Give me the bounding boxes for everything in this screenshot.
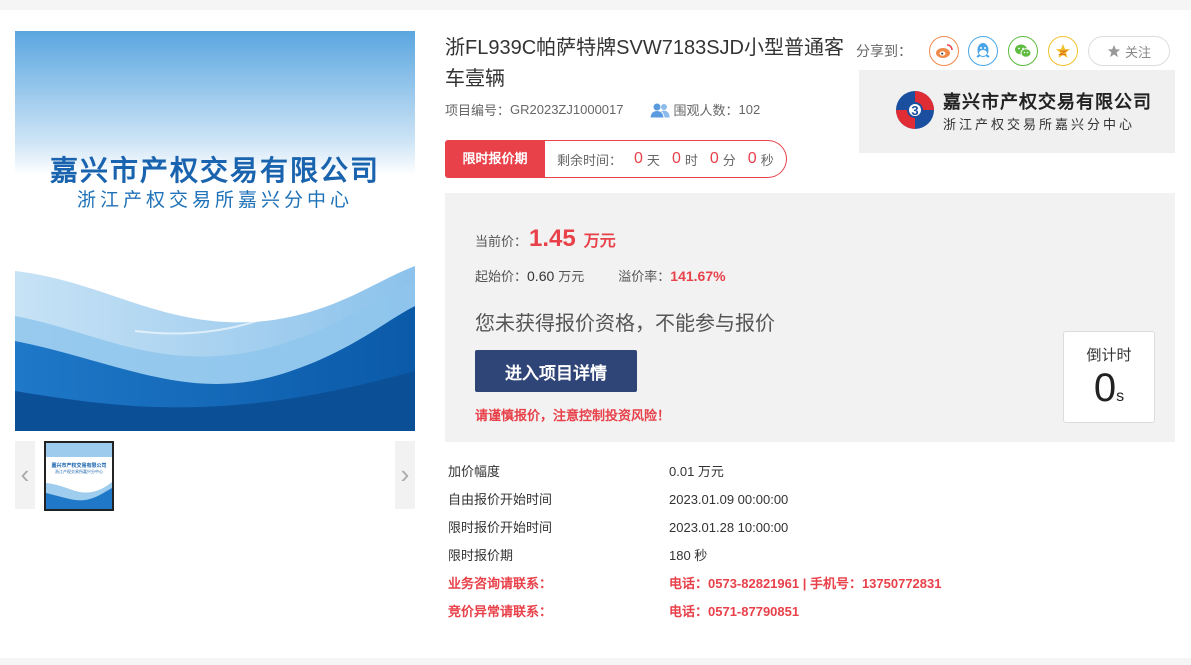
minutes-unit: 分: [722, 152, 736, 168]
org-subtitle: 浙江产权交易所嘉兴分中心: [943, 117, 1136, 132]
qzone-share-button[interactable]: [1048, 36, 1078, 66]
thumbnail-org-subtitle: 浙江产权交易所嘉兴分中心: [55, 469, 103, 474]
remaining-seconds: 0: [747, 150, 757, 167]
info-label: 业务咨询请联系：: [448, 576, 553, 591]
hours-unit: 时: [684, 152, 698, 168]
qzone-icon: [1056, 44, 1070, 58]
qq-icon: [976, 43, 990, 58]
weibo-share-button[interactable]: [929, 36, 959, 66]
countdown-value: 0s: [1064, 366, 1154, 411]
svg-text:3: 3: [911, 103, 918, 118]
remaining-time: 剩余时间： 0 天 0 时 0 分 0 秒: [545, 140, 787, 178]
follow-label: 关注: [1124, 44, 1151, 60]
org-name: 嘉兴市产权交易有限公司: [943, 92, 1152, 112]
weibo-icon: [936, 44, 953, 58]
viewers-label: 围观人数：: [673, 103, 739, 118]
wechat-icon: [1015, 44, 1032, 58]
project-detail-button[interactable]: 进入项目详情: [475, 350, 637, 392]
info-value: 0.01 万元: [669, 464, 724, 479]
chevron-right-icon[interactable]: ›: [395, 441, 415, 509]
price-details: 起始价： 0.60 万元 溢价率： 141.67%: [475, 266, 726, 285]
info-label: 自由报价开始时间: [448, 492, 553, 507]
info-label: 限时报价期: [448, 548, 514, 563]
premium-rate-value: 141.67%: [670, 268, 726, 284]
start-price-label: 起始价：: [475, 269, 528, 284]
remaining-hours: 0: [671, 150, 681, 167]
countdown-unit: s: [1116, 388, 1125, 405]
page-title: 浙FL939C帕萨特牌SVW7183SJD小型普通客车壹辆: [445, 37, 844, 90]
risk-warning: 请谨慎报价，注意控制投资风险！: [475, 408, 671, 423]
viewers-count: 102: [738, 102, 761, 117]
qq-share-button[interactable]: [968, 36, 998, 66]
thumbnail-org-name: 嘉兴市产权交易有限公司: [51, 463, 107, 469]
remaining-minutes: 0: [709, 150, 719, 167]
thumbnail-1[interactable]: 嘉兴市产权交易有限公司 浙江产权交易所嘉兴分中心: [44, 441, 114, 511]
chevron-left-icon[interactable]: ‹: [15, 441, 35, 509]
premium-rate-label: 溢价率：: [618, 269, 671, 284]
current-price: 当前价： 1.45 万元: [475, 225, 616, 253]
remaining-days: 0: [634, 150, 643, 167]
image-org-name: 嘉兴市产权交易有限公司: [49, 155, 380, 186]
main-image[interactable]: 嘉兴市产权交易有限公司 浙江产权交易所嘉兴分中心: [15, 31, 415, 431]
info-value: 180 秒: [669, 548, 708, 563]
top-band: [0, 0, 1191, 10]
limited-bid-bar: 限时报价期 剩余时间： 0 天 0 时 0 分 0 秒: [445, 140, 787, 178]
current-price-value: 1.45: [529, 225, 576, 252]
countdown-label: 倒计时: [1086, 347, 1132, 364]
bottom-band: [0, 658, 1191, 665]
wave-background: [15, 31, 415, 431]
image-org-subtitle: 浙江产权交易所嘉兴分中心: [76, 190, 353, 211]
users-icon: [650, 103, 670, 117]
info-label: 竞价异常请联系：: [448, 604, 553, 619]
info-value: 电话：0571-87790851: [669, 604, 800, 619]
countdown-number: 0: [1093, 366, 1117, 410]
info-value: 电话：0573-82821961 | 手机号：13750772831: [669, 576, 942, 591]
info-value: 2023.01.28 10:00:00: [669, 520, 789, 535]
follow-button[interactable]: 关注: [1088, 36, 1170, 66]
info-label: 加价幅度: [448, 464, 501, 479]
project-no-label: 项目编号：: [445, 103, 511, 118]
project-no: GR2023ZJ1000017: [510, 102, 624, 117]
countdown-box: 倒计时 0s: [1063, 331, 1155, 423]
limited-bid-tag: 限时报价期: [445, 140, 545, 178]
current-price-unit: 万元: [583, 233, 616, 250]
price-panel: 当前价： 1.45 万元 起始价： 0.60 万元 溢价率： 141.67% 您…: [445, 193, 1175, 442]
wechat-share-button[interactable]: [1008, 36, 1038, 66]
thumbnail-wave: [46, 443, 112, 509]
org-banner: 3 嘉兴市产权交易有限公司 浙江产权交易所嘉兴分中心: [859, 70, 1175, 153]
project-meta: 项目编号： GR2023ZJ1000017 围观人数： 102: [445, 100, 760, 119]
org-logo-icon: 3: [896, 91, 934, 129]
start-price-unit: 万元: [558, 269, 585, 284]
remaining-label: 剩余时间：: [557, 152, 623, 168]
current-price-label: 当前价：: [475, 234, 528, 249]
start-price-value: 0.60: [527, 268, 555, 284]
star-icon: [1107, 44, 1121, 58]
share-label: 分享到：: [856, 43, 912, 59]
days-unit: 天: [646, 152, 660, 168]
thumbnail-strip: ‹ 嘉兴市产权交易有限公司 浙江产权交易所嘉兴分中心 ›: [15, 441, 415, 511]
info-value: 2023.01.09 00:00:00: [669, 492, 789, 507]
seconds-unit: 秒: [760, 152, 774, 168]
info-label: 限时报价开始时间: [448, 520, 553, 535]
qualification-notice: 您未获得报价资格，不能参与报价: [475, 313, 775, 335]
